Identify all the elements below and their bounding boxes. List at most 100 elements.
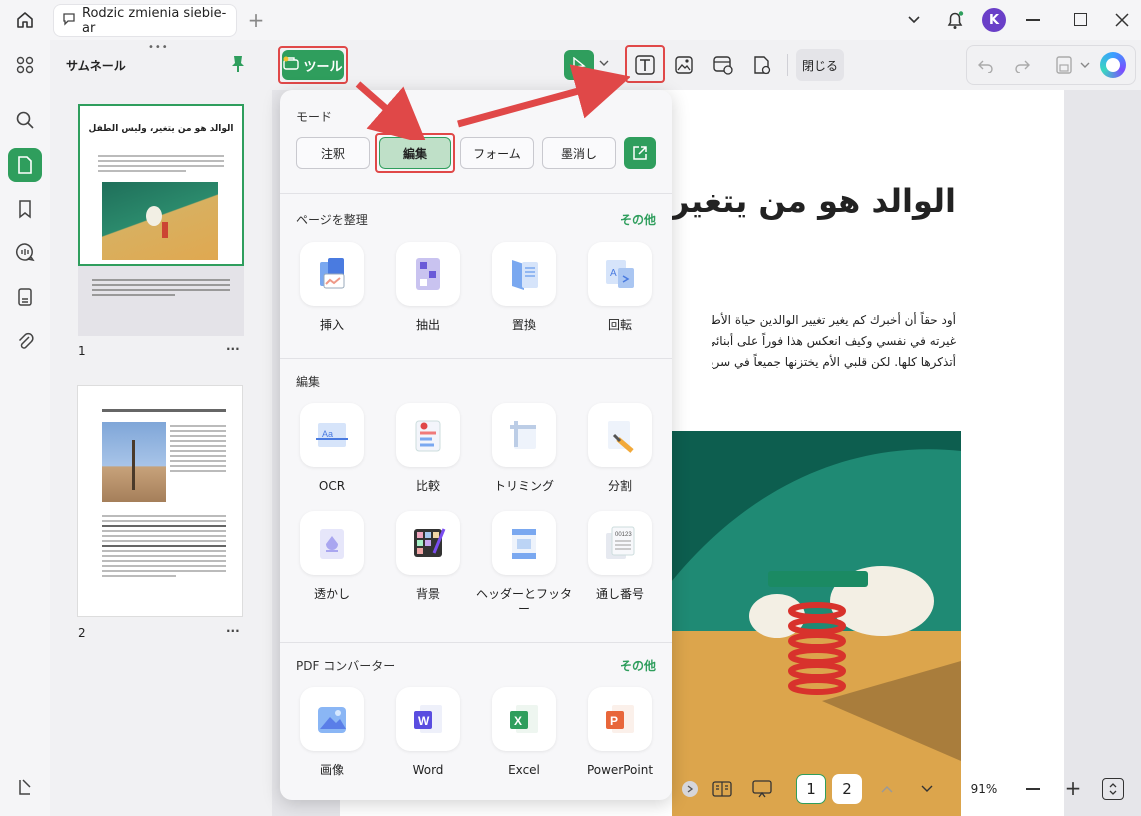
user-avatar[interactable]: K xyxy=(982,8,1006,32)
reading-mode-icon[interactable] xyxy=(710,778,734,800)
open-external-icon[interactable] xyxy=(624,137,656,169)
link-tool-button[interactable] xyxy=(707,49,739,81)
home-icon[interactable] xyxy=(14,9,36,31)
insert-icon xyxy=(320,258,345,289)
crop-icon xyxy=(510,421,536,449)
converter-more-link[interactable]: その他 xyxy=(620,657,656,674)
tool-insert[interactable]: 挿入 xyxy=(284,242,380,333)
tool-bates-label: 通し番号 xyxy=(595,587,644,601)
attachment-icon[interactable] xyxy=(8,324,42,358)
compare-icon xyxy=(415,420,441,452)
rotate-icon: A xyxy=(606,260,634,288)
page-1-button[interactable]: 1 xyxy=(796,774,826,804)
zoom-in-icon[interactable]: + xyxy=(1064,776,1082,800)
mode-form-button[interactable]: フォーム xyxy=(460,137,534,169)
tool-background[interactable]: 背景 xyxy=(380,511,476,602)
thumbnail-2-text-right xyxy=(170,422,226,475)
thumbnail-page-2[interactable] xyxy=(78,386,242,616)
resize-handle[interactable]: ••• xyxy=(148,42,169,53)
svg-text:X: X xyxy=(514,714,522,728)
watermark-tool-button[interactable] xyxy=(746,49,778,81)
mode-edit-button[interactable]: 編集 xyxy=(379,137,451,169)
bell-icon[interactable] xyxy=(944,9,966,31)
save-dropdown-icon[interactable] xyxy=(1078,58,1092,72)
page-1-more-icon[interactable]: ··· xyxy=(226,342,240,356)
tool-bates[interactable]: 00123 通し番号 xyxy=(572,511,668,602)
split-icon xyxy=(608,421,634,453)
apps-icon[interactable] xyxy=(8,48,42,82)
page-navigation-bar: 1 2 91% + xyxy=(672,770,1141,808)
page-down-icon[interactable] xyxy=(918,780,936,798)
undo-icon[interactable] xyxy=(974,54,998,78)
convert-to-excel[interactable]: X Excel xyxy=(476,687,572,778)
redo-icon[interactable] xyxy=(1010,54,1034,78)
tool-split[interactable]: 分割 xyxy=(572,403,668,494)
document-tab[interactable]: Rodzic zmienia siebie-ar xyxy=(54,5,236,36)
save-icon[interactable] xyxy=(1052,53,1076,77)
document-photo xyxy=(672,431,961,816)
thumbnail-2-photo xyxy=(102,422,166,502)
ai-assistant-icon[interactable] xyxy=(1100,52,1126,78)
toolbar-divider xyxy=(787,54,788,76)
convert-to-image[interactable]: 画像 xyxy=(284,687,380,778)
divider-1 xyxy=(280,193,672,194)
page-up-icon[interactable] xyxy=(878,780,896,798)
thumbnail-2-text-bottom xyxy=(102,512,226,580)
tool-watermark[interactable]: 透かし xyxy=(284,511,380,602)
organize-more-link[interactable]: その他 xyxy=(620,211,656,228)
tool-rotate[interactable]: A 回転 xyxy=(572,242,668,333)
tool-rotate-label: 回転 xyxy=(607,318,632,332)
add-text-button[interactable] xyxy=(629,49,661,81)
left-icon-bar xyxy=(0,40,50,816)
new-tab-icon[interactable]: + xyxy=(246,8,266,32)
tool-extract[interactable]: 抽出 xyxy=(380,242,476,333)
presentation-icon[interactable] xyxy=(750,778,774,800)
tool-split-label: 分割 xyxy=(607,479,632,493)
paragraph-line-3: أتذكرها كلها. لكن قلبي الأم يختزنها جميع… xyxy=(712,355,956,369)
stamp-icon[interactable] xyxy=(8,280,42,314)
close-window-icon[interactable] xyxy=(1112,10,1132,30)
extract-icon xyxy=(416,258,440,290)
close-edit-button[interactable]: 閉じる xyxy=(796,49,844,81)
zoom-out-icon[interactable] xyxy=(1026,788,1040,790)
edit-section-title: 編集 xyxy=(296,375,321,389)
mode-annotate-button[interactable]: 注釈 xyxy=(296,137,370,169)
tool-crop[interactable]: トリミング xyxy=(476,403,572,494)
background-icon xyxy=(414,528,446,557)
tool-header-footer[interactable]: ヘッダーとフッター xyxy=(476,511,572,617)
svg-text:P: P xyxy=(610,714,618,728)
page-2-button[interactable]: 2 xyxy=(832,774,862,804)
tool-compare-label: 比較 xyxy=(415,479,440,493)
word-icon: W xyxy=(414,705,442,733)
thumbnails-icon[interactable] xyxy=(8,148,42,182)
chevron-down-icon[interactable] xyxy=(905,11,923,29)
thumbnail-1-text xyxy=(98,152,224,175)
excel-icon: X xyxy=(510,705,538,733)
convert-word-label: Word xyxy=(412,763,444,777)
thumbnail-2-heading xyxy=(102,406,226,415)
tool-replace[interactable]: 置換 xyxy=(476,242,572,333)
powerpoint-icon: P xyxy=(606,705,634,733)
converter-title: PDF コンバーター xyxy=(296,659,396,673)
pin-icon[interactable] xyxy=(230,54,246,74)
bates-number-icon: 00123 xyxy=(606,526,635,559)
add-image-button[interactable] xyxy=(668,49,700,81)
zoom-level[interactable]: 91% xyxy=(962,775,1006,803)
maximize-icon[interactable] xyxy=(1074,13,1087,26)
tool-ocr[interactable]: Aa OCR xyxy=(284,403,380,494)
layers-icon[interactable] xyxy=(8,770,42,804)
paragraph-line-2: غيرته في نفسي وكيف انعكس هذا فوراً على أ… xyxy=(712,334,956,348)
mode-redact-button[interactable]: 墨消し xyxy=(542,137,616,169)
bookmark-icon[interactable] xyxy=(8,192,42,226)
comment-icon xyxy=(62,12,76,30)
collapse-icon[interactable] xyxy=(682,781,698,797)
thumbnail-page-1[interactable]: الوالد هو من يتغير، وليس الطفل xyxy=(78,104,244,336)
tool-compare[interactable]: 比較 xyxy=(380,403,476,494)
minimize-icon[interactable] xyxy=(1026,19,1040,21)
fit-page-icon[interactable] xyxy=(1102,778,1124,800)
page-2-more-icon[interactable]: ··· xyxy=(226,624,240,638)
comments-icon[interactable] xyxy=(8,235,42,269)
search-icon[interactable] xyxy=(8,103,42,137)
convert-to-word[interactable]: W Word xyxy=(380,687,476,778)
convert-to-powerpoint[interactable]: P PowerPoint xyxy=(572,687,668,778)
